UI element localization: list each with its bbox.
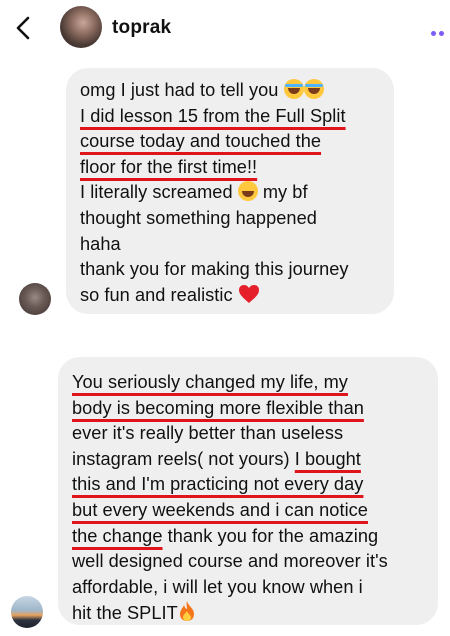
highlighted-text: this and I'm practicing not every day: [72, 474, 364, 495]
message-line: the change thank you for the amazing: [72, 525, 379, 546]
message-bubble[interactable]: You seriously changed my life, my body i…: [58, 357, 438, 625]
back-button[interactable]: [10, 14, 38, 42]
sender-avatar[interactable]: [19, 283, 51, 315]
message-line: affordable, i will let you know when i: [72, 576, 363, 597]
highlighted-text: course today and touched the: [80, 131, 322, 152]
message-line: I literally screamed my bf: [80, 181, 308, 203]
tears-of-joy-emoji: [237, 181, 258, 202]
message-line: body is becoming more flexible than: [72, 396, 438, 422]
message-line: thank you for making this journey: [80, 259, 349, 280]
highlighted-text: floor for the first time!!: [80, 156, 258, 177]
loudly-crying-face-emoji: [283, 79, 304, 99]
message-line: hit the SPLIT: [72, 600, 438, 627]
message-line: thought something happened: [80, 207, 317, 228]
chat-header: toprak: [0, 0, 450, 58]
message-line: this and I'm practicing not every day: [72, 472, 438, 498]
highlighted-text: I did lesson 15 from the Full Split: [80, 105, 346, 126]
sender-avatar[interactable]: [11, 596, 43, 628]
chevron-left-icon: [16, 16, 30, 40]
message-line: so fun and realistic: [80, 283, 394, 309]
more-dots-icon[interactable]: [431, 23, 449, 36]
message-line: instagram reels( not yours) I bought: [72, 448, 361, 469]
red-heart-emoji: [238, 284, 260, 304]
message-line: course today and touched the: [80, 129, 394, 155]
highlighted-text: I bought: [294, 448, 361, 469]
message-line: You seriously changed my life, my: [72, 370, 438, 396]
message-line: I did lesson 15 from the Full Split: [80, 104, 394, 130]
contact-avatar[interactable]: [60, 6, 102, 48]
loudly-crying-face-emoji: [303, 79, 324, 99]
highlighted-text: body is becoming more flexible than: [72, 397, 364, 418]
message-bubble[interactable]: omg I just had to tell you I did lesson …: [66, 68, 394, 314]
contact-name[interactable]: toprak: [112, 17, 171, 39]
message-line: floor for the first time!!: [80, 155, 394, 181]
message-line: haha: [80, 233, 121, 254]
highlighted-text: the change: [72, 525, 163, 546]
highlighted-text: You seriously changed my life, my: [72, 372, 348, 392]
fire-emoji: [178, 600, 196, 622]
message-line: omg I just had to tell you: [80, 78, 394, 104]
message-line: ever it's really better than useless: [72, 423, 344, 444]
highlighted-text: but every weekends and i can notice: [72, 499, 368, 520]
message-line: but every weekends and i can notice: [72, 498, 438, 524]
message-line: well designed course and moreover it's: [72, 551, 388, 572]
